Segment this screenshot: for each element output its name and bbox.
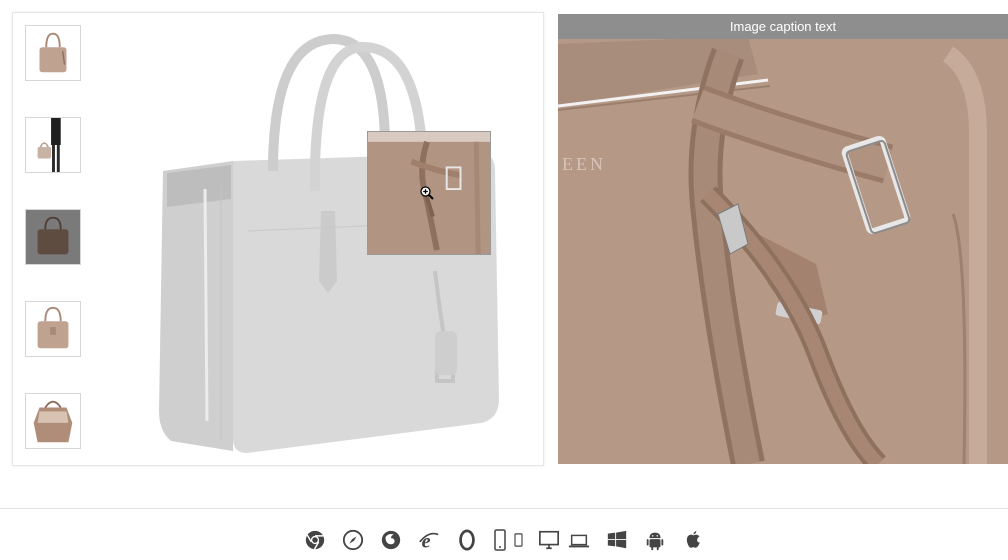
safari-icon [340,527,366,553]
zoom-in-cursor-icon [420,186,434,200]
thumbnail-bag-front[interactable] [25,25,81,81]
laptop-icon [566,527,592,553]
firefox-icon [378,527,404,553]
zoom-preview-panel: EEN Image caption text [558,14,1008,464]
brand-text: EEN [562,154,606,174]
thumbnail-bag-open[interactable] [25,393,81,449]
thumbnail-bag-front-2[interactable] [25,301,81,357]
chrome-icon [302,527,328,553]
opera-icon [454,527,480,553]
svg-text:e: e [422,530,431,551]
thumbnail-bag-dark[interactable] [25,209,81,265]
phone-icon [492,527,508,553]
mobile-device-icons [492,527,524,553]
footer-divider [0,508,1008,509]
zoom-lens[interactable] [367,131,491,255]
computer-icons [536,527,592,553]
zoomed-bag-detail: EEN [558,14,1008,464]
ie-icon: e [416,527,442,553]
thumbnail-bag-model[interactable] [25,117,81,173]
desktop-icon [536,527,562,553]
windows-icon [604,527,630,553]
tablet-icon [512,527,524,553]
apple-icon [680,527,706,553]
product-viewer [12,12,544,466]
android-icon [642,527,668,553]
image-caption: Image caption text [558,14,1008,39]
platform-icon-bar: e [0,524,1008,556]
